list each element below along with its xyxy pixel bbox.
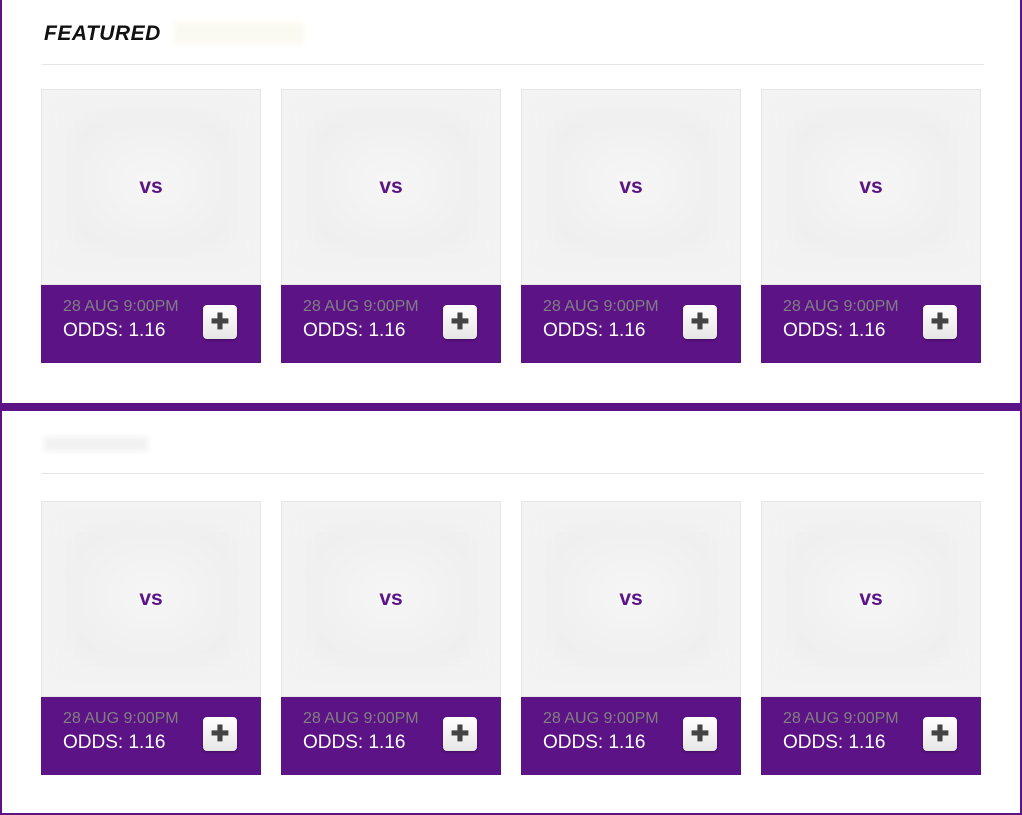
match-date: 28 AUG 9:00PM [303, 710, 419, 727]
add-button[interactable]: ✚ [923, 305, 957, 339]
featured-section: FEATURED vs 28 AUG 9:00PM ODDS: 1.16 ✚ v… [0, 0, 1022, 404]
plus-icon: ✚ [690, 721, 710, 746]
match-info: 28 AUG 9:00PM ODDS: 1.16 ✚ [41, 697, 261, 775]
match-card[interactable]: vs 28 AUG 9:00PM ODDS: 1.16 ✚ [281, 89, 501, 363]
vs-label: vs [619, 587, 643, 610]
match-odds: ODDS: 1.16 [63, 732, 166, 753]
plus-icon: ✚ [690, 309, 710, 334]
match-date: 28 AUG 9:00PM [303, 298, 419, 315]
vs-label: vs [859, 175, 883, 198]
plus-icon: ✚ [210, 721, 230, 746]
match-info: 28 AUG 9:00PM ODDS: 1.16 ✚ [281, 285, 501, 363]
match-card[interactable]: vs 28 AUG 9:00PM ODDS: 1.16 ✚ [521, 501, 741, 775]
match-date: 28 AUG 9:00PM [63, 710, 179, 727]
add-button[interactable]: ✚ [683, 305, 717, 339]
match-info: 28 AUG 9:00PM ODDS: 1.16 ✚ [521, 697, 741, 775]
section-divider [42, 473, 984, 474]
match-info: 28 AUG 9:00PM ODDS: 1.16 ✚ [761, 285, 981, 363]
match-odds: ODDS: 1.16 [783, 732, 886, 753]
vs-label: vs [139, 175, 163, 198]
plus-icon: ✚ [450, 309, 470, 334]
match-date: 28 AUG 9:00PM [543, 298, 659, 315]
vs-label: vs [379, 587, 403, 610]
match-info: 28 AUG 9:00PM ODDS: 1.16 ✚ [281, 697, 501, 775]
match-date: 28 AUG 9:00PM [63, 298, 179, 315]
match-info: 28 AUG 9:00PM ODDS: 1.16 ✚ [761, 697, 981, 775]
add-button[interactable]: ✚ [683, 717, 717, 751]
section-title: FEATURED [44, 22, 161, 45]
match-date: 28 AUG 9:00PM [783, 298, 899, 315]
second-section: vs 28 AUG 9:00PM ODDS: 1.16 ✚ vs 28 AUG … [0, 411, 1022, 815]
match-odds: ODDS: 1.16 [303, 320, 406, 341]
match-date: 28 AUG 9:00PM [543, 710, 659, 727]
plus-icon: ✚ [930, 309, 950, 334]
match-card[interactable]: vs 28 AUG 9:00PM ODDS: 1.16 ✚ [41, 501, 261, 775]
blurred-title-extension [174, 22, 304, 44]
match-info: 28 AUG 9:00PM ODDS: 1.16 ✚ [41, 285, 261, 363]
vs-label: vs [859, 587, 883, 610]
match-odds: ODDS: 1.16 [783, 320, 886, 341]
match-info: 28 AUG 9:00PM ODDS: 1.16 ✚ [521, 285, 741, 363]
plus-icon: ✚ [450, 721, 470, 746]
blurred-section-title [44, 437, 148, 451]
plus-icon: ✚ [930, 721, 950, 746]
match-odds: ODDS: 1.16 [303, 732, 406, 753]
add-button[interactable]: ✚ [443, 717, 477, 751]
match-card[interactable]: vs 28 AUG 9:00PM ODDS: 1.16 ✚ [761, 89, 981, 363]
add-button[interactable]: ✚ [203, 717, 237, 751]
section-separator [0, 403, 1022, 411]
add-button[interactable]: ✚ [203, 305, 237, 339]
match-odds: ODDS: 1.16 [543, 320, 646, 341]
add-button[interactable]: ✚ [443, 305, 477, 339]
match-date: 28 AUG 9:00PM [783, 710, 899, 727]
section-divider [42, 64, 984, 65]
add-button[interactable]: ✚ [923, 717, 957, 751]
plus-icon: ✚ [210, 309, 230, 334]
match-card[interactable]: vs 28 AUG 9:00PM ODDS: 1.16 ✚ [521, 89, 741, 363]
vs-label: vs [619, 175, 643, 198]
match-card[interactable]: vs 28 AUG 9:00PM ODDS: 1.16 ✚ [41, 89, 261, 363]
match-card[interactable]: vs 28 AUG 9:00PM ODDS: 1.16 ✚ [281, 501, 501, 775]
vs-label: vs [139, 587, 163, 610]
match-odds: ODDS: 1.16 [63, 320, 166, 341]
vs-label: vs [379, 175, 403, 198]
match-odds: ODDS: 1.16 [543, 732, 646, 753]
match-card[interactable]: vs 28 AUG 9:00PM ODDS: 1.16 ✚ [761, 501, 981, 775]
